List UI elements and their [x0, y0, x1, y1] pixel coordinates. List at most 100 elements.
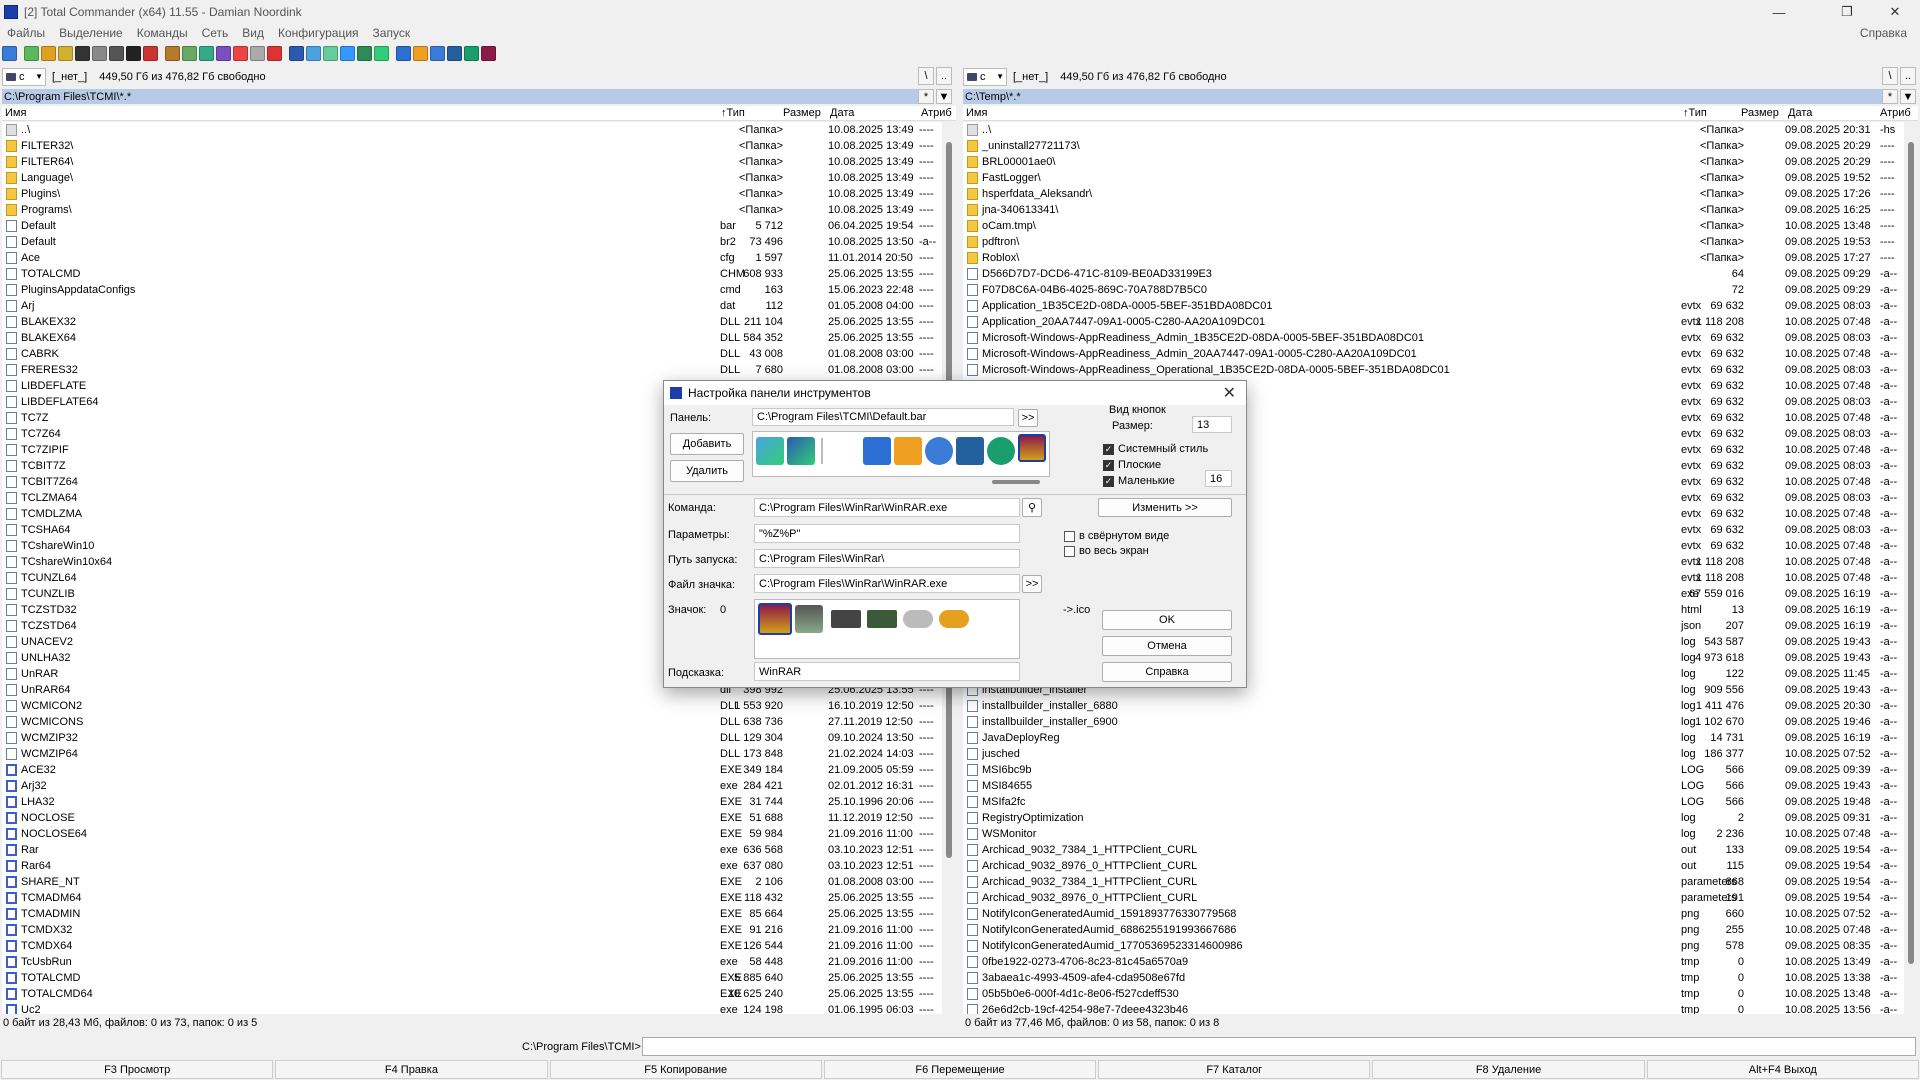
left-up-button[interactable]: ..: [936, 67, 952, 85]
ftp-icon[interactable]: [289, 46, 304, 61]
file-row[interactable]: Rar exe 636 568 03.10.2023 12:51 ----: [2, 842, 942, 858]
size-field[interactable]: 13: [1192, 416, 1232, 433]
file-row[interactable]: RegistryOptimization log 2 09.08.2025 09:31…: [963, 810, 1904, 826]
file-row[interactable]: NOCLOSE EXE 51 688 11.12.2019 12:50 ----: [2, 810, 942, 826]
file-row[interactable]: MSI6bc9b LOG 566 09.08.2025 09:39 -a--: [963, 762, 1904, 778]
file-row[interactable]: WCMICON2 DLL 1 553 920 16.10.2019 12:50 ----: [2, 698, 942, 714]
search-icon[interactable]: [250, 46, 265, 61]
file-row[interactable]: TOTALCMD EXE 5 885 640 25.06.2025 13:55 ----: [2, 970, 942, 986]
left-history-button[interactable]: ▼: [936, 89, 952, 104]
flat-checkbox[interactable]: ✓ Плоские: [1103, 459, 1161, 471]
parent-dir-row[interactable]: ..\ <Папка> 10.08.2025 13:49 ----: [2, 122, 942, 138]
col-size[interactable]: Размер: [1741, 107, 1779, 119]
powershell-icon[interactable]: [863, 437, 891, 465]
key-icon[interactable]: [903, 610, 933, 628]
scroll-thumb[interactable]: [992, 480, 1040, 484]
keys-icon[interactable]: [413, 46, 428, 61]
winrar-icon[interactable]: [758, 603, 792, 635]
iconfile-field[interactable]: C:\Program Files\WinRar\WinRAR.exe: [754, 574, 1020, 593]
file-row[interactable]: NotifyIconGeneratedAumid_177053695233146…: [963, 938, 1904, 954]
file-row[interactable]: Default bar 5 712 06.04.2025 19:54 ----: [2, 218, 942, 234]
right-drive-select[interactable]: c ▼: [963, 67, 1007, 86]
notepad-icon[interactable]: [323, 46, 338, 61]
left-drive-select[interactable]: c ▼: [2, 67, 46, 86]
folder-row[interactable]: FastLogger\ <Папка> 09.08.2025 19:52 ----: [963, 170, 1904, 186]
maximize-button[interactable]: ❐: [1824, 0, 1870, 24]
file-row[interactable]: MSIfa2fc LOG 566 09.08.2025 19:48 -a--: [963, 794, 1904, 810]
folder-row[interactable]: FILTER64\ <Папка> 10.08.2025 13:49 ----: [2, 154, 942, 170]
file-row[interactable]: TCMADMIN EXE 85 664 25.06.2025 13:55 ----: [2, 906, 942, 922]
file-row[interactable]: SHARE_NT EXE 2 106 01.08.2008 03:00 ----: [2, 874, 942, 890]
folder-row[interactable]: BRL00001ae0\ <Папка> 09.08.2025 20:29 ----: [963, 154, 1904, 170]
file-row[interactable]: BLAKEX64 DLL 584 352 25.06.2025 13:55 ----: [2, 330, 942, 346]
url-icon[interactable]: [306, 46, 321, 61]
folder-row[interactable]: Roblox\ <Папка> 09.08.2025 17:27 ----: [963, 250, 1904, 266]
add-button[interactable]: Добавить: [670, 433, 744, 455]
edge-icon[interactable]: [464, 46, 479, 61]
col-type[interactable]: ↑Тип: [1683, 107, 1707, 119]
file-row[interactable]: WCMZIP32 DLL 129 304 09.10.2024 13:50 ----: [2, 730, 942, 746]
sort-size-icon[interactable]: [126, 46, 141, 61]
file-row[interactable]: TOTALCMD64 EXE 10 625 240 25.06.2025 13:55-…: [2, 986, 942, 1002]
file-row[interactable]: CABRK DLL 43 008 01.08.2008 03:00 ----: [2, 346, 942, 362]
left-root-button[interactable]: \: [918, 67, 934, 85]
file-row[interactable]: Archicad_9032_8976_0_HTTPClient_CURL out 1…: [963, 858, 1904, 874]
iconfile-browse-button[interactable]: >>: [1022, 575, 1042, 593]
file-row[interactable]: NotifyIconGeneratedAumid_159189377633077…: [963, 906, 1904, 922]
small-checkbox[interactable]: ✓ Маленькие: [1103, 475, 1175, 487]
file-row[interactable]: Ace cfg 1 597 11.01.2014 20:50 ----: [2, 250, 942, 266]
f6-move-button[interactable]: F6 Перемещение: [823, 1060, 1097, 1079]
file-row[interactable]: Application_20AA7447-09A1-0005-C280-AA20…: [963, 314, 1904, 330]
file-row[interactable]: Microsoft-Windows-AppReadiness_Admin_1B3…: [963, 330, 1904, 346]
right-path-bar[interactable]: C:\Temp\*.*: [963, 89, 1882, 104]
invert-icon[interactable]: [143, 46, 158, 61]
refresh-icon[interactable]: [2, 46, 17, 61]
file-row[interactable]: jusched log 186 377 10.08.2025 07:52 -a--: [963, 746, 1904, 762]
help-button[interactable]: Справка: [1102, 662, 1232, 682]
tree-icon[interactable]: [75, 46, 90, 61]
sync-icon[interactable]: [216, 46, 231, 61]
file-row[interactable]: NOCLOSE64 EXE 59 984 21.09.2016 11:00 ----: [2, 826, 942, 842]
gold-key-icon[interactable]: [939, 610, 969, 628]
file-row[interactable]: PluginsAppdataConfigs cmd 163 15.06.2023 22…: [2, 282, 942, 298]
folder-row[interactable]: jna-340613341\ <Папка> 09.08.2025 16:25 ---…: [963, 202, 1904, 218]
file-row[interactable]: TCMADM64 EXE 118 432 25.06.2025 13:55 ----: [2, 890, 942, 906]
folder-row[interactable]: FILTER32\ <Папка> 10.08.2025 13:49 ----: [2, 138, 942, 154]
params-field[interactable]: "%Z%P": [754, 524, 1020, 543]
winrar-icon[interactable]: [481, 46, 496, 61]
unpack-icon[interactable]: [182, 46, 197, 61]
file-row[interactable]: 3abaea1c-4993-4509-afe4-cda9508e67fd tmp 0…: [963, 970, 1904, 986]
pack-icon[interactable]: [165, 46, 180, 61]
fullscreen-checkbox[interactable]: во весь экран: [1064, 545, 1149, 557]
right-favorites-button[interactable]: *: [1882, 89, 1898, 104]
file-row[interactable]: Default br2 73 496 10.08.2025 13:50 -a--: [2, 234, 942, 250]
button-bar-preview[interactable]: [752, 431, 1050, 477]
menu-configuration[interactable]: Конфигурация: [271, 26, 366, 40]
file-row[interactable]: Application_1B35CE2D-08DA-0005-5BEF-351B…: [963, 298, 1904, 314]
f8-delete-button[interactable]: F8 Удаление: [1372, 1060, 1645, 1079]
keys-icon[interactable]: [894, 437, 922, 465]
right-root-button[interactable]: \: [1882, 67, 1898, 85]
menu-help[interactable]: Справка: [1853, 26, 1914, 40]
globe-icon[interactable]: [430, 46, 445, 61]
command-search-button[interactable]: ⚲: [1022, 498, 1042, 517]
scroll-thumb[interactable]: [1908, 142, 1914, 964]
file-row[interactable]: TCMDX64 EXE 126 544 21.09.2016 11:00 ----: [2, 938, 942, 954]
file-row[interactable]: Microsoft-Windows-AppReadiness_Operation…: [963, 362, 1904, 378]
minimized-checkbox[interactable]: в свёрнутом виде: [1064, 530, 1169, 542]
to-ico-link[interactable]: ->.ico: [1063, 604, 1090, 616]
file-row[interactable]: LHA32 EXE 31 744 25.10.1996 20:06 ----: [2, 794, 942, 810]
drive-green-icon[interactable]: [867, 610, 897, 628]
file-row[interactable]: 0fbe1922-0273-4706-8c23-81c45a6570a9 tmp 0…: [963, 954, 1904, 970]
file-row[interactable]: MSI84655 LOG 566 09.08.2025 19:43 -a--: [963, 778, 1904, 794]
folder-row[interactable]: Plugins\ <Папка> 10.08.2025 13:49 ----: [2, 186, 942, 202]
compare-icon[interactable]: [199, 46, 214, 61]
calc-icon[interactable]: [340, 46, 355, 61]
menu-net[interactable]: Сеть: [195, 26, 236, 40]
file-row[interactable]: Microsoft-Windows-AppReadiness_Admin_20A…: [963, 346, 1904, 362]
thumbnails-icon[interactable]: [58, 46, 73, 61]
col-name[interactable]: Имя: [5, 107, 26, 119]
folder-row[interactable]: oCam.tmp\ <Папка> 10.08.2025 13:48 ----: [963, 218, 1904, 234]
file-row[interactable]: TOTALCMD CHM 608 933 25.06.2025 13:55 ----: [2, 266, 942, 282]
sum-icon[interactable]: [787, 437, 815, 465]
